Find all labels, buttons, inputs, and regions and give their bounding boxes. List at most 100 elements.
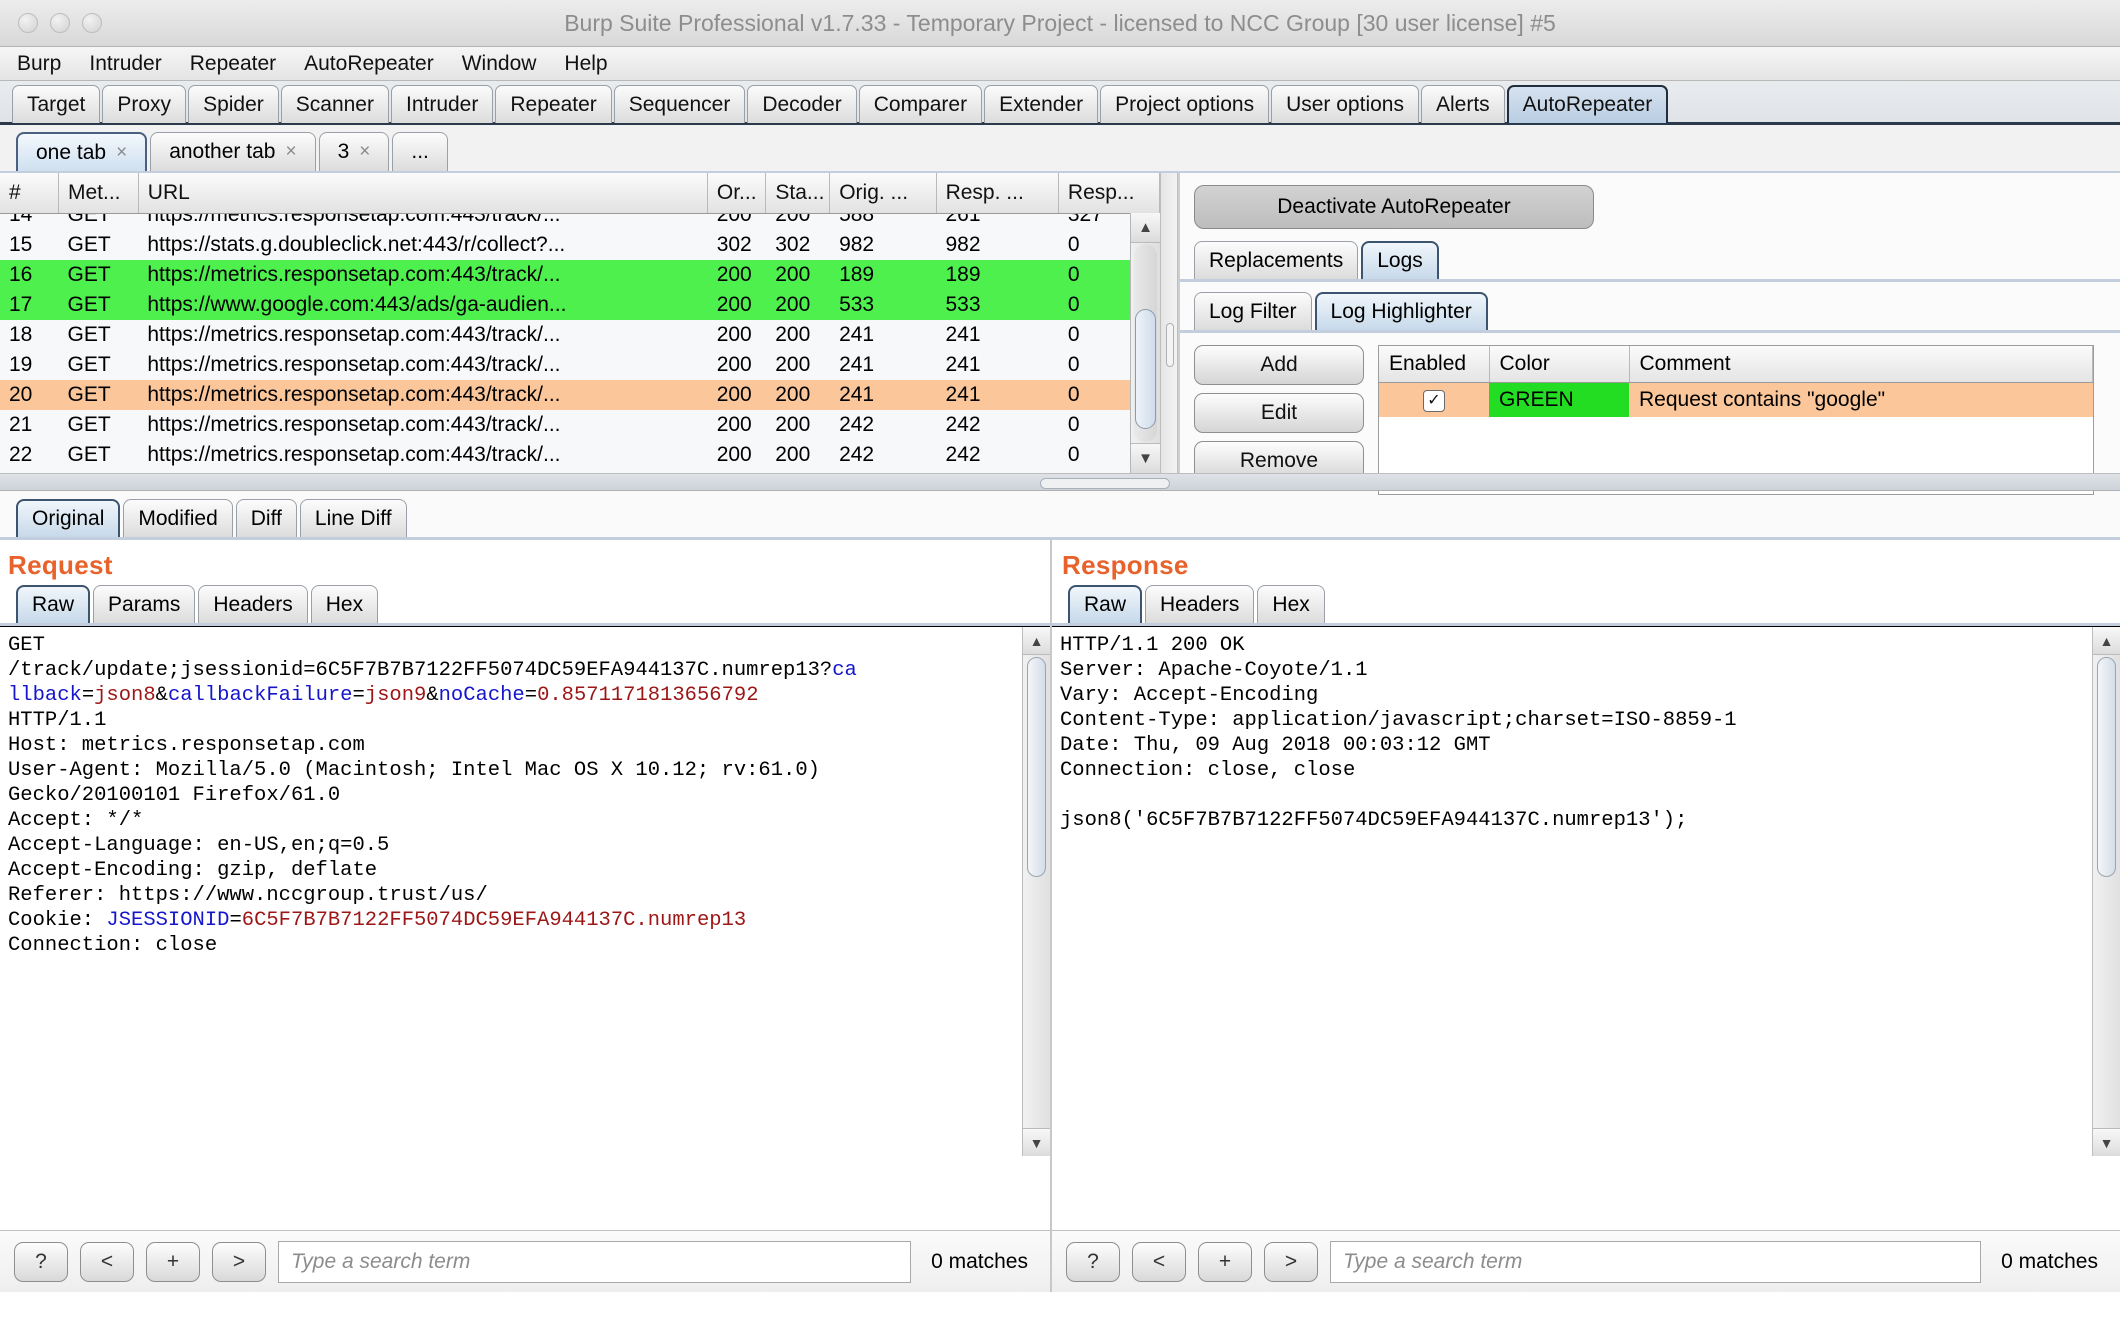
column-header-status[interactable]: Sta... <box>766 173 830 213</box>
column-header-method[interactable]: Met... <box>59 173 139 213</box>
tab-response-hex[interactable]: Hex <box>1257 585 1324 623</box>
sub-tab-add-new[interactable]: ... <box>392 132 448 171</box>
menu-item-window[interactable]: Window <box>459 50 540 78</box>
scrollbar-thumb[interactable] <box>1135 309 1156 429</box>
table-row[interactable]: 20GEThttps://metrics.responsetap.com:443… <box>0 380 1160 410</box>
request-raw-text[interactable]: GET /track/update;jsessionid=6C5F7B7B712… <box>0 627 1050 964</box>
comment-cell[interactable]: Request contains "google" <box>1629 383 2093 417</box>
vertical-splitter[interactable] <box>1160 173 1178 473</box>
tab-user-options[interactable]: User options <box>1271 85 1419 123</box>
log-table-scroll-viewport[interactable]: 14GEThttps://metrics.responsetap.com:443… <box>0 214 1160 474</box>
tab-diff[interactable]: Diff <box>236 499 297 537</box>
request-search-prev-button[interactable]: < <box>80 1242 134 1282</box>
tab-target[interactable]: Target <box>12 85 100 123</box>
menu-item-help[interactable]: Help <box>561 50 610 78</box>
tab-spider[interactable]: Spider <box>188 85 279 123</box>
menu-item-repeater[interactable]: Repeater <box>187 50 279 78</box>
log-table-scrollbar[interactable]: ▲ ▼ <box>1130 213 1160 473</box>
response-search-prev-button[interactable]: < <box>1132 1242 1186 1282</box>
column-header-number[interactable]: # <box>0 173 59 213</box>
deactivate-autorepeater-button[interactable]: Deactivate AutoRepeater <box>1194 185 1594 229</box>
response-search-next-button[interactable]: > <box>1264 1242 1318 1282</box>
column-header-response-length[interactable]: Resp. ... <box>936 173 1058 213</box>
close-icon[interactable]: × <box>116 142 127 164</box>
tab-sequencer[interactable]: Sequencer <box>614 85 746 123</box>
tab-log-highlighter[interactable]: Log Highlighter <box>1315 292 1488 330</box>
request-search-help-button[interactable]: ? <box>14 1242 68 1282</box>
scrollbar-thumb[interactable] <box>1027 657 1046 877</box>
tab-alerts[interactable]: Alerts <box>1421 85 1505 123</box>
close-icon[interactable]: × <box>285 141 296 163</box>
tab-intruder[interactable]: Intruder <box>391 85 493 123</box>
edit-button[interactable]: Edit <box>1194 393 1364 433</box>
column-header-original-status[interactable]: Or... <box>707 173 766 213</box>
table-row[interactable]: 15GEThttps://stats.g.doubleclick.net:443… <box>0 230 1160 260</box>
tab-decoder[interactable]: Decoder <box>747 85 856 123</box>
maximize-window-icon[interactable] <box>82 13 102 33</box>
tab-replacements[interactable]: Replacements <box>1194 241 1358 279</box>
tab-original[interactable]: Original <box>16 499 120 537</box>
table-row[interactable]: 22GEThttps://metrics.responsetap.com:443… <box>0 440 1160 470</box>
table-row[interactable]: 19GEThttps://metrics.responsetap.com:443… <box>0 350 1160 380</box>
response-search-input[interactable]: Type a search term <box>1330 1241 1981 1283</box>
tab-line-diff[interactable]: Line Diff <box>300 499 407 537</box>
enabled-checkbox[interactable]: ✓ <box>1423 390 1445 412</box>
table-row[interactable]: 16GEThttps://metrics.responsetap.com:443… <box>0 260 1160 290</box>
column-header-original-length[interactable]: Orig. ... <box>830 173 936 213</box>
close-window-icon[interactable] <box>18 13 38 33</box>
table-row[interactable]: 18GEThttps://metrics.responsetap.com:443… <box>0 320 1160 350</box>
scroll-up-icon[interactable]: ▲ <box>1131 213 1160 243</box>
menu-item-intruder[interactable]: Intruder <box>86 50 164 78</box>
response-body[interactable]: HTTP/1.1 200 OK Server: Apache-Coyote/1.… <box>1052 626 2120 1156</box>
column-header-color[interactable]: Color <box>1489 346 1629 383</box>
request-search-next-button[interactable]: > <box>212 1242 266 1282</box>
response-search-help-button[interactable]: ? <box>1066 1242 1120 1282</box>
splitter-grip[interactable] <box>1166 323 1174 367</box>
tab-request-headers[interactable]: Headers <box>198 585 307 623</box>
sub-tab-3[interactable]: 3 × <box>319 132 390 171</box>
request-search-input[interactable]: Type a search term <box>278 1241 911 1283</box>
tab-scanner[interactable]: Scanner <box>281 85 389 123</box>
menu-item-autorepeater[interactable]: AutoRepeater <box>301 50 437 78</box>
sub-tab-another-tab[interactable]: another tab × <box>150 132 315 171</box>
tab-response-raw[interactable]: Raw <box>1068 585 1142 623</box>
table-row[interactable]: ✓ GREEN Request contains "google" <box>1379 383 2093 417</box>
horizontal-splitter[interactable] <box>0 473 2120 491</box>
tab-request-raw[interactable]: Raw <box>16 585 90 623</box>
response-search-add-button[interactable]: + <box>1198 1242 1252 1282</box>
scroll-up-icon[interactable]: ▲ <box>1023 627 1050 655</box>
table-row[interactable]: 17GEThttps://www.google.com:443/ads/ga-a… <box>0 290 1160 320</box>
sub-tab-one-tab[interactable]: one tab × <box>16 132 147 171</box>
scrollbar-thumb[interactable] <box>2097 657 2116 877</box>
color-cell[interactable]: GREEN <box>1489 383 1629 417</box>
tab-repeater[interactable]: Repeater <box>495 85 611 123</box>
tab-proxy[interactable]: Proxy <box>102 85 186 123</box>
tab-request-params[interactable]: Params <box>93 585 195 623</box>
splitter-grip[interactable] <box>1040 478 1170 489</box>
column-header-comment[interactable]: Comment <box>1629 346 2093 383</box>
tab-modified[interactable]: Modified <box>123 499 232 537</box>
add-button[interactable]: Add <box>1194 345 1364 385</box>
scroll-down-icon[interactable]: ▼ <box>2093 1128 2120 1156</box>
tab-project-options[interactable]: Project options <box>1100 85 1269 123</box>
request-scrollbar[interactable]: ▲ ▼ <box>1022 627 1050 1156</box>
tab-request-hex[interactable]: Hex <box>311 585 378 623</box>
tab-log-filter[interactable]: Log Filter <box>1194 292 1312 330</box>
request-body[interactable]: GET /track/update;jsessionid=6C5F7B7B712… <box>0 626 1050 1156</box>
menu-item-burp[interactable]: Burp <box>14 50 64 78</box>
response-raw-text[interactable]: HTTP/1.1 200 OK Server: Apache-Coyote/1.… <box>1052 627 2120 839</box>
column-header-response-delta[interactable]: Resp... <box>1058 173 1159 213</box>
tab-logs[interactable]: Logs <box>1361 241 1439 279</box>
tab-comparer[interactable]: Comparer <box>859 85 982 123</box>
tab-autorepeater[interactable]: AutoRepeater <box>1507 85 1669 123</box>
column-header-enabled[interactable]: Enabled <box>1379 346 1489 383</box>
response-scrollbar[interactable]: ▲ ▼ <box>2092 627 2120 1156</box>
scroll-down-icon[interactable]: ▼ <box>1131 443 1160 473</box>
tab-response-headers[interactable]: Headers <box>1145 585 1254 623</box>
table-row[interactable]: 14GEThttps://metrics.responsetap.com:443… <box>0 214 1160 230</box>
close-icon[interactable]: × <box>359 141 370 163</box>
enabled-cell[interactable]: ✓ <box>1379 383 1489 417</box>
window-controls[interactable] <box>18 13 102 33</box>
request-search-add-button[interactable]: + <box>146 1242 200 1282</box>
scroll-up-icon[interactable]: ▲ <box>2093 627 2120 655</box>
